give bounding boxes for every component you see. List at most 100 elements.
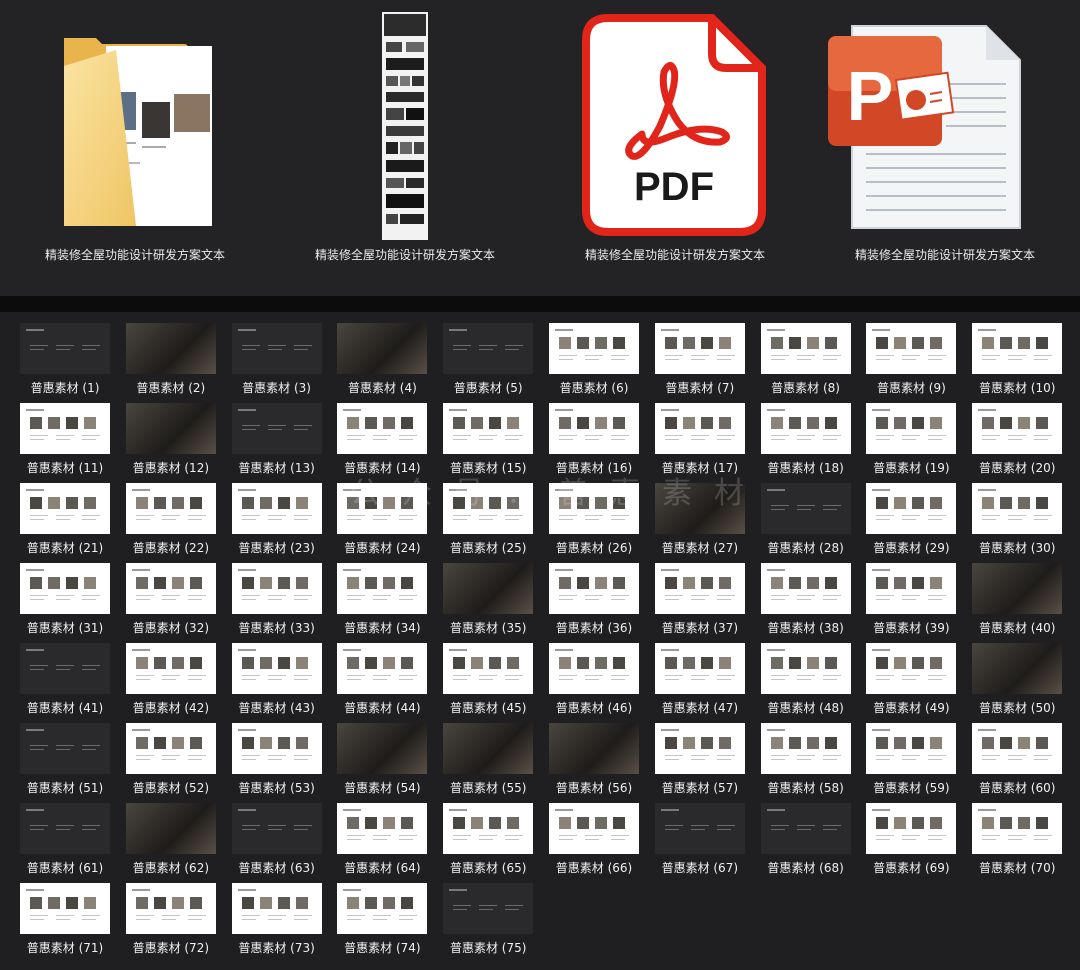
thumbnail-item[interactable]: 普惠素材 (44) (337, 643, 443, 722)
thumbnail-item[interactable]: 普惠素材 (20) (972, 403, 1078, 482)
thumbnail-label: 普惠素材 (59) (873, 781, 950, 795)
thumbnail-item[interactable]: 普惠素材 (41) (20, 643, 126, 722)
thumbnail-item[interactable]: 普惠素材 (53) (231, 723, 338, 802)
slide-thumbnail (549, 723, 639, 774)
thumbnail-item[interactable]: 普惠素材 (55) (443, 723, 549, 802)
thumbnail-label: 普惠素材 (18) (767, 461, 844, 475)
thumbnail-item[interactable]: 普惠素材 (47) (654, 643, 761, 722)
thumbnail-item[interactable]: 普惠素材 (13) (231, 403, 338, 482)
slide-thumbnail (972, 323, 1063, 374)
thumbnail-label: 普惠素材 (43) (238, 701, 315, 715)
slide-thumbnail (866, 483, 957, 534)
thumbnail-item[interactable]: 普惠素材 (40) (972, 563, 1078, 642)
thumbnail-label: 普惠素材 (74) (344, 941, 421, 955)
thumbnail-item[interactable]: 普惠素材 (10) (972, 323, 1078, 402)
thumbnail-item[interactable]: 普惠素材 (12) (125, 403, 232, 482)
thumbnail-item[interactable]: 普惠素材 (28) (760, 483, 867, 562)
thumbnail-label: 普惠素材 (6) (559, 381, 629, 395)
thumbnail-item[interactable]: 普惠素材 (5) (443, 323, 549, 402)
slide-thumbnail (654, 643, 745, 694)
thumbnail-label: 普惠素材 (75) (449, 941, 527, 955)
slide-thumbnail (972, 563, 1063, 614)
thumbnail-item[interactable]: 普惠素材 (57) (654, 723, 761, 802)
slide-thumbnail (549, 403, 639, 454)
thumbnail-item[interactable]: 普惠素材 (61) (20, 803, 126, 882)
thumbnail-item[interactable]: 普惠素材 (49) (866, 643, 972, 722)
thumbnail-label: 普惠素材 (50) (978, 701, 1056, 715)
thumbnail-item[interactable]: 普惠素材 (72) (125, 883, 232, 962)
file-item-long-image[interactable]: 精装修全屋功能设计研发方案文本 (270, 0, 540, 296)
thumbnail-item[interactable]: 普惠素材 (51) (20, 723, 126, 802)
thumbnail-item[interactable]: 普惠素材 (23) (231, 483, 338, 562)
thumbnail-label: 普惠素材 (65) (449, 861, 527, 875)
thumbnail-item[interactable]: 普惠素材 (21) (20, 483, 126, 562)
thumbnail-grid: 普惠素材 (1) 普惠素材 (2) 普惠素材 (3) 普惠素材 (4) 普惠素材 (5)… (0, 312, 1080, 970)
thumbnail-item[interactable]: 普惠素材 (50) (972, 643, 1078, 722)
thumbnail-item[interactable]: 普惠素材 (18) (760, 403, 867, 482)
thumbnail-item[interactable]: 普惠素材 (19) (866, 403, 972, 482)
thumbnail-item[interactable]: 普惠素材 (31) (20, 563, 126, 642)
file-item-ppt[interactable]: P 精装修全屋功能设计研发方案文本 (810, 0, 1080, 296)
thumbnail-item[interactable]: 普惠素材 (62) (125, 803, 232, 882)
slide-thumbnail (125, 723, 216, 774)
file-item-folder[interactable]: 精装修全屋功能设计研发方案文本 (0, 0, 270, 296)
thumbnail-item[interactable]: 普惠素材 (45) (443, 643, 549, 722)
thumbnail-item[interactable]: 普惠素材 (56) (549, 723, 655, 802)
pdf-icon: PDF (582, 14, 766, 236)
thumbnail-item[interactable]: 普惠素材 (34) (337, 563, 443, 642)
thumbnail-label: 普惠素材 (2) (136, 381, 206, 395)
thumbnail-item[interactable]: 普惠素材 (8) (760, 323, 867, 402)
thumbnail-item[interactable]: 普惠素材 (60) (972, 723, 1078, 802)
thumbnail-item[interactable]: 普惠素材 (33) (231, 563, 338, 642)
thumbnail-label: 普惠素材 (25) (449, 541, 527, 555)
thumbnail-item[interactable]: 普惠素材 (7) (654, 323, 761, 402)
thumbnail-item[interactable]: 普惠素材 (32) (125, 563, 232, 642)
slide-thumbnail (760, 723, 851, 774)
thumbnail-item[interactable]: 普惠素材 (64) (337, 803, 443, 882)
thumbnail-item[interactable]: 普惠素材 (1) (20, 323, 126, 402)
thumbnail-label: 普惠素材 (45) (449, 701, 527, 715)
thumbnail-item[interactable]: 普惠素材 (59) (866, 723, 972, 802)
thumbnail-item[interactable]: 普惠素材 (9) (866, 323, 972, 402)
thumbnail-item[interactable]: 普惠素材 (43) (231, 643, 338, 722)
thumbnail-item[interactable]: 普惠素材 (52) (125, 723, 232, 802)
thumbnail-label: 普惠素材 (8) (771, 381, 840, 395)
thumbnail-item[interactable]: 普惠素材 (70) (972, 803, 1078, 882)
thumbnail-item[interactable]: 普惠素材 (74) (337, 883, 443, 962)
thumbnail-item[interactable]: 普惠素材 (30) (972, 483, 1078, 562)
thumbnail-item[interactable]: 普惠素材 (35) (443, 563, 549, 642)
thumbnail-item[interactable]: 普惠素材 (42) (125, 643, 232, 722)
slide-thumbnail (337, 803, 428, 854)
thumbnail-item[interactable]: 普惠素材 (68) (760, 803, 867, 882)
thumbnail-item[interactable]: 普惠素材 (46) (549, 643, 655, 722)
thumbnail-item[interactable]: 普惠素材 (37) (654, 563, 761, 642)
thumbnail-item[interactable]: 普惠素材 (4) (337, 323, 443, 402)
thumbnail-item[interactable]: 普惠素材 (54) (337, 723, 443, 802)
slide-thumbnail (760, 483, 851, 534)
thumbnail-item[interactable]: 普惠素材 (6) (549, 323, 655, 402)
thumbnail-label: 普惠素材 (36) (555, 621, 633, 635)
thumbnail-item[interactable]: 普惠素材 (2) (125, 323, 232, 402)
thumbnail-item[interactable]: 普惠素材 (38) (760, 563, 867, 642)
thumbnail-item[interactable]: 普惠素材 (3) (231, 323, 338, 402)
thumbnail-item[interactable]: 普惠素材 (75) (443, 883, 549, 962)
thumbnail-label: 普惠素材 (33) (238, 621, 315, 635)
thumbnail-item[interactable]: 普惠素材 (73) (231, 883, 338, 962)
thumbnail-item[interactable]: 普惠素材 (29) (866, 483, 972, 562)
thumbnail-item[interactable]: 普惠素材 (48) (760, 643, 867, 722)
thumbnail-item[interactable]: 普惠素材 (39) (866, 563, 972, 642)
slide-thumbnail (20, 883, 110, 934)
thumbnail-item[interactable]: 普惠素材 (36) (549, 563, 655, 642)
slide-thumbnail (443, 643, 534, 694)
thumbnail-item[interactable]: 普惠素材 (11) (20, 403, 126, 482)
thumbnail-item[interactable]: 普惠素材 (22) (125, 483, 232, 562)
file-item-pdf[interactable]: PDF 精装修全屋功能设计研发方案文本 (540, 0, 810, 296)
thumbnail-item[interactable]: 普惠素材 (66) (549, 803, 655, 882)
thumbnail-label: 普惠素材 (41) (26, 701, 104, 715)
thumbnail-item[interactable]: 普惠素材 (67) (654, 803, 761, 882)
thumbnail-item[interactable]: 普惠素材 (58) (760, 723, 867, 802)
thumbnail-item[interactable]: 普惠素材 (63) (231, 803, 338, 882)
thumbnail-item[interactable]: 普惠素材 (71) (20, 883, 126, 962)
thumbnail-item[interactable]: 普惠素材 (65) (443, 803, 549, 882)
thumbnail-item[interactable]: 普惠素材 (69) (866, 803, 972, 882)
